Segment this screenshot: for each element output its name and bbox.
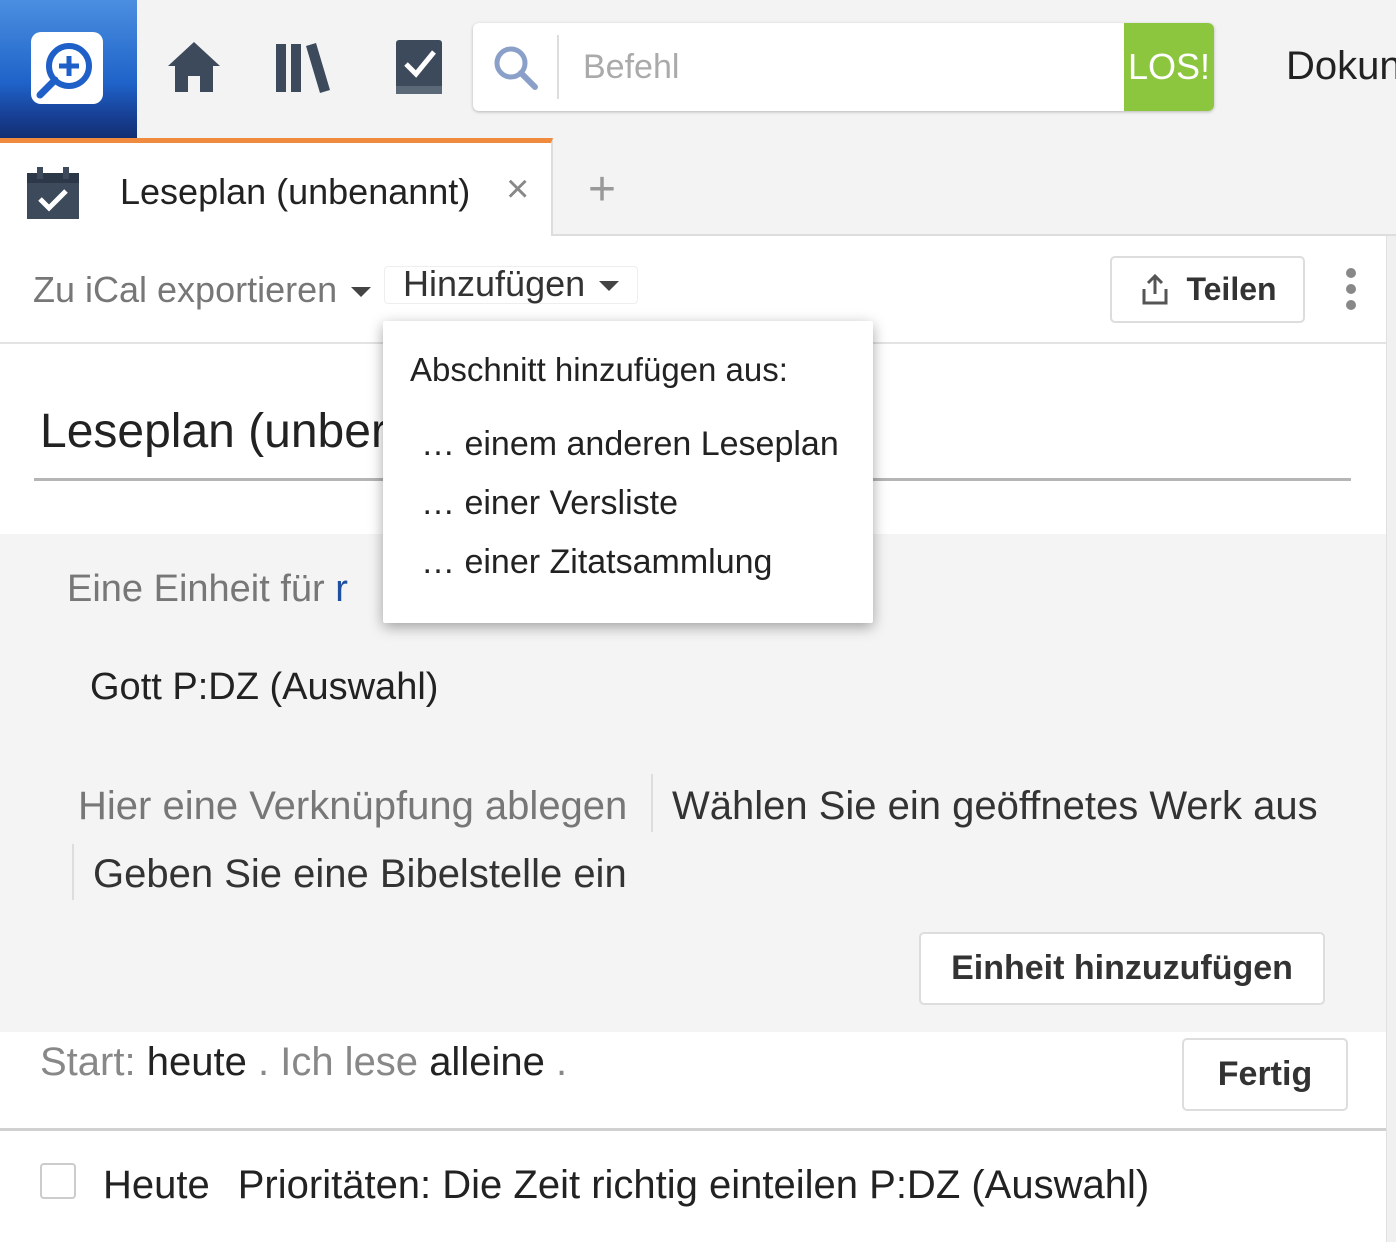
- add-tab-button[interactable]: +: [588, 166, 616, 214]
- separator: .: [555, 1040, 568, 1084]
- go-button[interactable]: LOS!: [1124, 23, 1214, 111]
- chevron-down-icon: [599, 281, 620, 292]
- unit-for-link[interactable]: r: [335, 568, 348, 610]
- menu-item-other-reading-plan[interactable]: … einem anderen Leseplan: [421, 425, 839, 464]
- command-input[interactable]: [583, 39, 1103, 95]
- documents-menu[interactable]: Dokun: [1286, 44, 1396, 89]
- calendar-check-icon: [25, 165, 81, 221]
- done-button[interactable]: Fertig: [1182, 1038, 1348, 1111]
- bible-reference-input[interactable]: Geben Sie eine Bibelstelle ein: [93, 852, 627, 897]
- share-button[interactable]: Teilen: [1110, 256, 1305, 323]
- command-bar: LOS!: [473, 23, 1214, 111]
- add-unit-button[interactable]: Einheit hinzuzufügen: [919, 932, 1325, 1005]
- start-row: Start: heute . Ich lese alleine .: [40, 1040, 567, 1085]
- reading-label: Ich lese: [280, 1040, 419, 1084]
- share-icon: [1142, 273, 1168, 304]
- reading-value[interactable]: alleine: [429, 1040, 545, 1084]
- drop-link-target[interactable]: Hier eine Verknüpfung ablegen: [78, 784, 627, 829]
- separator: .: [257, 1040, 270, 1084]
- add-menu[interactable]: Hinzufügen: [384, 263, 639, 304]
- top-bar: LOS! Dokun: [0, 0, 1396, 138]
- plan-title[interactable]: Leseplan (unber: [40, 404, 387, 459]
- scrollbar[interactable]: [1386, 236, 1396, 1242]
- tab-bar: Leseplan (unbenannt) × +: [0, 138, 1396, 236]
- checklist-icon[interactable]: [390, 36, 450, 96]
- divider: [0, 1128, 1386, 1131]
- reading-checkbox[interactable]: [40, 1163, 76, 1199]
- logos-search-icon: [31, 32, 103, 104]
- menu-item-quote-collection[interactable]: … einer Zitatsammlung: [421, 543, 772, 582]
- unit-for-label: Eine Einheit für: [67, 568, 325, 610]
- schedule-day: Heute: [103, 1163, 210, 1207]
- schedule-row: Heute Prioritäten: Die Zeit richtig einte…: [103, 1163, 1149, 1208]
- chevron-down-icon: [351, 287, 372, 298]
- add-section-dropdown: Abschnitt hinzufügen aus: … einem andere…: [383, 321, 873, 623]
- library-icon[interactable]: [274, 36, 334, 96]
- choose-open-work[interactable]: Wählen Sie ein geöffnetes Werk aus: [672, 784, 1318, 829]
- export-ical-menu[interactable]: Zu iCal exportieren: [33, 269, 372, 311]
- start-value[interactable]: heute: [147, 1040, 247, 1084]
- dropdown-header: Abschnitt hinzufügen aus:: [410, 351, 788, 388]
- home-icon[interactable]: [164, 36, 224, 96]
- start-label: Start:: [40, 1040, 136, 1084]
- close-icon[interactable]: ×: [506, 169, 529, 209]
- divider: [651, 774, 653, 832]
- menu-item-verse-list[interactable]: … einer Versliste: [421, 484, 678, 523]
- more-options-icon[interactable]: [1340, 266, 1362, 312]
- add-menu-label: Hinzufügen: [403, 263, 586, 304]
- tab-label: Leseplan (unbenannt): [120, 171, 471, 212]
- share-label: Teilen: [1186, 271, 1277, 307]
- search-divider: [557, 35, 559, 99]
- export-ical-label: Zu iCal exportieren: [33, 269, 338, 310]
- schedule-entry[interactable]: Prioritäten: Die Zeit richtig einteilen …: [238, 1163, 1149, 1207]
- source-title: Gott P:DZ (Auswahl): [90, 666, 439, 708]
- divider: [72, 844, 74, 900]
- logos-logo[interactable]: [0, 0, 137, 138]
- unit-for-line: Eine Einheit für r: [67, 568, 348, 611]
- tab-reading-plan[interactable]: Leseplan (unbenannt) ×: [0, 138, 553, 236]
- search-icon: [491, 43, 539, 91]
